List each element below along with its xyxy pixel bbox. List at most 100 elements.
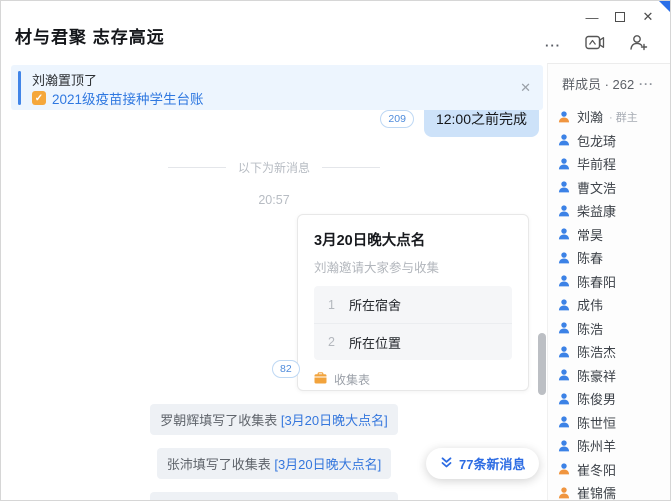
window-controls: — ✕ [578, 5, 662, 29]
card-footer: 收集表 [314, 371, 512, 388]
member-avatar-icon [557, 251, 571, 265]
member-row[interactable]: 包龙琦 [557, 129, 670, 153]
member-row[interactable]: 陈州羊 [557, 434, 670, 458]
card-subtitle: 刘瀚邀请大家参与收集 [314, 257, 512, 276]
notice-bubble: 张沛填写了收集表 [3月20日晚大点名] [157, 448, 392, 479]
member-row[interactable]: 陈豪祥 [557, 364, 670, 388]
pinned-document-link[interactable]: 2021级疫苗接种学生台账 [52, 88, 204, 108]
pinned-message-banner: 刘瀚置顶了 ✓ 2021级疫苗接种学生台账 ✕ [11, 65, 543, 110]
member-avatar-icon [557, 227, 571, 241]
members-sidebar: 群成员 · 262 ··· 刘瀚 · 群主 包龙琦 [547, 63, 670, 500]
member-name: 柴益康 [577, 201, 616, 220]
member-row[interactable]: 陈俊男 [557, 387, 670, 411]
member-row[interactable]: 毕前程 [557, 152, 670, 176]
close-button[interactable]: ✕ [634, 5, 662, 29]
member-avatar-icon [557, 345, 571, 359]
minimize-button[interactable]: — [578, 5, 606, 29]
member-row[interactable]: 陈浩 [557, 317, 670, 341]
divider-label: 以下为新消息 [238, 159, 310, 176]
card-field-row: 2 所在位置 [314, 323, 512, 360]
member-avatar-icon [557, 415, 571, 429]
sidebar-more-icon[interactable]: ··· [639, 77, 654, 91]
card-title: 3月20日晚大点名 [314, 229, 512, 250]
member-row[interactable]: 陈春阳 [557, 270, 670, 294]
member-avatar-icon [557, 204, 571, 218]
member-name: 包龙琦 [577, 131, 616, 150]
member-avatar-icon [557, 439, 571, 453]
pinned-close-icon[interactable]: ✕ [520, 80, 531, 96]
chat-scrollbar-thumb[interactable] [538, 333, 546, 395]
member-row[interactable]: 柴益康 [557, 199, 670, 223]
member-name: 毕前程 [577, 154, 616, 173]
member-row[interactable]: 常昊 [557, 223, 670, 247]
member-name: 曹文浩 [577, 178, 616, 197]
maximize-button[interactable] [606, 5, 634, 29]
member-name: 陈俊男 [577, 389, 616, 408]
member-name: 陈浩杰 [577, 342, 616, 361]
card-field-list: 1 所在宿舍 2 所在位置 [314, 286, 512, 360]
collection-form-link[interactable]: [3月20日晚大点名] [281, 413, 388, 428]
read-count-badge[interactable]: 209 [380, 110, 414, 128]
member-name: 陈春 [577, 248, 603, 267]
member-avatar-icon [557, 486, 571, 500]
member-row[interactable]: 陈浩杰 [557, 340, 670, 364]
notice-text: 罗朝辉填写了收集表 [160, 413, 281, 428]
divider-line [168, 167, 226, 168]
member-row[interactable]: 曹文浩 [557, 176, 670, 200]
member-name: 崔冬阳 [577, 460, 616, 479]
member-name: 常昊 [577, 225, 603, 244]
card-field-row: 1 所在宿舍 [314, 286, 512, 323]
notice-text: 张沛填写了收集表 [167, 457, 275, 472]
member-row[interactable]: 成伟 [557, 293, 670, 317]
member-row[interactable]: 陈春 [557, 246, 670, 270]
field-label: 所在位置 [349, 333, 401, 352]
field-index: 2 [328, 335, 335, 349]
member-avatar-icon [557, 298, 571, 312]
member-row[interactable]: 崔冬阳 [557, 458, 670, 482]
member-avatar-icon [557, 180, 571, 194]
member-avatar-icon [557, 321, 571, 335]
member-avatar-icon [557, 274, 571, 288]
reply-count-badge[interactable]: 82 [272, 360, 300, 378]
member-name: 陈豪祥 [577, 366, 616, 385]
member-list: 刘瀚 · 群主 包龙琦 毕前程 [548, 105, 670, 501]
video-call-icon[interactable] [585, 35, 605, 55]
collection-form-link[interactable]: [3月20日晚大点名] [274, 457, 381, 472]
member-avatar-icon [557, 110, 571, 124]
pinned-accent-bar [18, 71, 21, 105]
new-messages-label: 77条新消息 [459, 454, 525, 473]
card-footer-label: 收集表 [334, 371, 370, 388]
member-role-badge: · 群主 [609, 109, 638, 125]
corner-accent [659, 1, 670, 12]
member-name: 崔锦儒 [577, 483, 616, 501]
new-messages-button[interactable]: 77条新消息 [426, 448, 539, 479]
member-row[interactable]: 崔锦儒 [557, 481, 670, 501]
message-timestamp: 20:57 [1, 193, 547, 207]
toolbar: ··· [545, 34, 648, 56]
new-message-divider: 以下为新消息 [1, 159, 547, 176]
maximize-icon [615, 12, 625, 22]
member-row[interactable]: 刘瀚 · 群主 [557, 105, 670, 129]
checked-form-icon: ✓ [32, 91, 46, 105]
member-name: 陈春阳 [577, 272, 616, 291]
member-name: 陈世恒 [577, 413, 616, 432]
members-count-label: 群成员 · 262 [562, 74, 634, 93]
chevrons-down-icon [440, 456, 453, 472]
more-icon[interactable]: ··· [545, 38, 561, 53]
member-avatar-icon [557, 133, 571, 147]
notice-bubble: 罗朝辉填写了收集表 [3月20日晚大点名] [150, 404, 398, 435]
pinned-headline: 刘瀚置顶了 [32, 70, 97, 89]
divider-line [322, 167, 380, 168]
notice-bubble: 武晨宇填写了收集表 [3月20日晚大点名] [150, 492, 398, 501]
member-name: 刘瀚 [577, 107, 603, 126]
pinned-document-row: ✓ 2021级疫苗接种学生台账 [32, 88, 204, 108]
add-member-icon[interactable] [629, 34, 648, 56]
collection-form-card[interactable]: 3月20日晚大点名 刘瀚邀请大家参与收集 1 所在宿舍 2 所在位置 [297, 214, 529, 391]
member-name: 陈州羊 [577, 436, 616, 455]
field-label: 所在宿舍 [349, 295, 401, 314]
field-index: 1 [328, 298, 335, 312]
member-name: 陈浩 [577, 319, 603, 338]
member-row[interactable]: 陈世恒 [557, 411, 670, 435]
sidebar-header: 群成员 · 262 ··· [548, 64, 670, 99]
member-avatar-icon [557, 462, 571, 476]
